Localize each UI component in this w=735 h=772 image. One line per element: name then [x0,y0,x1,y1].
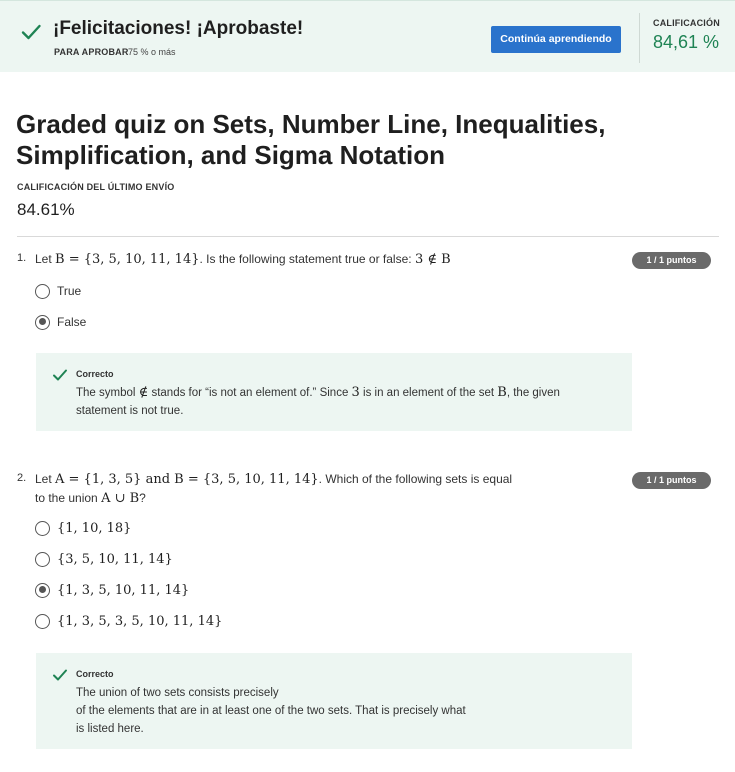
option-label: {3, 5, 10, 11, 14} [57,551,173,567]
pass-threshold-label: PARA APROBAR [54,47,129,57]
continue-learning-button[interactable]: Continúa aprendiendo [491,26,621,53]
checkmark-icon [53,369,67,381]
question-text: Let [35,472,56,486]
question-text: to the union [35,491,102,505]
math-expression: 3 [351,385,360,400]
points-badge: 1 / 1 puntos [632,252,711,269]
checkmark-icon [53,669,67,681]
feedback-fragment: The symbol [76,387,139,399]
question-prompt: Let A = {1, 3, 5} and B = {3, 5, 10, 11,… [35,470,515,508]
answer-option-1[interactable]: {1, 10, 18} [35,518,131,538]
last-submission-label: CALIFICACIÓN DEL ÚLTIMO ENVÍO [17,182,175,192]
radio-button[interactable] [35,613,50,629]
feedback-label: Correcto [76,369,114,379]
question-number: 1. [17,252,27,264]
option-label: False [57,315,87,329]
feedback-correct: Correcto The symbol ∉ stands for “is not… [36,353,632,431]
feedback-label: Correcto [76,669,114,679]
pass-threshold-value: 75 % o más [128,47,176,57]
feedback-fragment: statement is not true. [76,405,184,417]
feedback-fragment: is in an element of the set [359,387,498,399]
pass-banner: ¡Felicitaciones! ¡Aprobaste! PARA APROBA… [0,0,735,72]
radio-button-selected[interactable] [35,314,50,330]
question-text: and [141,472,175,487]
math-expression: ∉ [138,385,149,400]
grade-label: CALIFICACIÓN [653,18,720,28]
banner-title: ¡Felicitaciones! ¡Aprobaste! [53,18,304,39]
radio-button[interactable] [35,551,50,567]
math-expression: A ∪ B [101,491,140,506]
radio-button[interactable] [35,520,50,536]
question-text: . Is the following statement true or fal… [199,252,415,266]
feedback-text: of the elements that are in at least one… [76,705,466,717]
page-title: Graded quiz on Sets, Number Line, Inequa… [16,109,606,170]
math-expression: B = {3, 5, 10, 11, 14} [174,472,319,487]
feedback-text: The union of two sets consists precisely [76,687,279,699]
option-label: {1, 3, 5, 3, 5, 10, 11, 14} [57,613,223,629]
last-submission-grade: 84.61% [17,200,75,219]
question-text: . Which of the following sets is equal [318,472,513,486]
radio-button-selected[interactable] [35,582,50,598]
points-badge: 1 / 1 puntos [632,472,711,489]
header-divider [17,236,719,237]
answer-option-false[interactable]: False [35,312,86,332]
math-expression: B [497,385,507,400]
option-label: True [57,284,82,298]
question-prompt: Let B = {3, 5, 10, 11, 14}. Is the follo… [35,250,451,269]
banner-divider [639,13,640,63]
checkmark-icon [21,24,41,40]
feedback-fragment: , the given [506,387,560,399]
answer-option-true[interactable]: True [35,281,81,301]
feedback-correct: Correcto The union of two sets consists … [36,653,632,749]
feedback-fragment: stands for “is not an element of.” Since [148,387,352,399]
answer-option-3[interactable]: {1, 3, 5, 10, 11, 14} [35,580,189,600]
math-expression: A = {1, 3, 5} [55,472,142,487]
math-expression: 3 ∉ B [414,252,451,267]
question-number: 2. [17,472,27,484]
option-label: {1, 3, 5, 10, 11, 14} [57,582,190,598]
feedback-text: The symbol ∉ stands for “is not an eleme… [76,384,621,420]
math-expression: B = {3, 5, 10, 11, 14} [55,252,200,267]
question-text: ? [139,491,146,505]
option-label: {1, 10, 18} [57,520,132,536]
grade-value: 84,61 % [653,32,720,52]
answer-option-2[interactable]: {3, 5, 10, 11, 14} [35,549,173,569]
radio-button[interactable] [35,283,50,299]
answer-option-4[interactable]: {1, 3, 5, 3, 5, 10, 11, 14} [35,611,222,631]
question-text: Let [35,252,56,266]
feedback-text: is listed here. [76,723,144,735]
